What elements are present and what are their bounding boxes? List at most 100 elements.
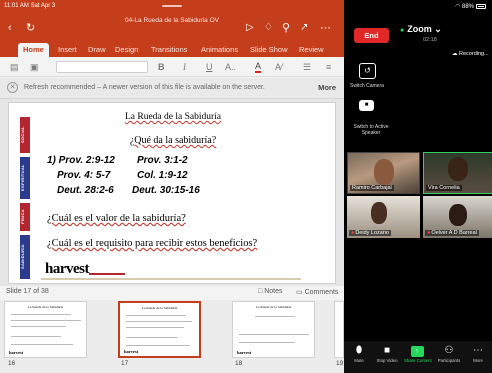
thumbnail-line [11, 320, 81, 321]
close-icon[interactable]: ✕ [7, 82, 18, 93]
bold-button[interactable]: B [158, 61, 165, 73]
verse-3: Prov. 4: 5-7 [57, 170, 111, 181]
slide-thumbnail-18[interactable]: La Rueda de la Sabiduría harvest [232, 301, 315, 358]
mic-icon: ⬮ [355, 345, 363, 356]
thumbnail-line [126, 345, 190, 346]
tab-review[interactable]: Review [299, 45, 324, 54]
participant-name: Vira Cornelia [426, 185, 462, 191]
document-title[interactable]: 04-La Rueda de la Sabiduria OV [0, 17, 344, 24]
thumbnail-number: 17 [121, 360, 129, 367]
layout-icon[interactable]: ▣ [30, 61, 39, 73]
tab-draw[interactable]: Draw [88, 45, 106, 54]
thumbnail-line [126, 327, 184, 328]
slide-thumbnail-17[interactable]: La Rueda de la Sabiduría harvest [118, 301, 201, 358]
switch-to-active-speaker-label: Switch to Active Speaker [353, 124, 389, 136]
participant-tile[interactable]: ●Oelver A D Barreal [423, 196, 492, 238]
verse-4: Col. 1:9-12 [137, 170, 188, 181]
tab-home[interactable]: Home [18, 43, 49, 57]
comments-label: Comments [304, 289, 339, 296]
tab-insert[interactable]: Insert [58, 45, 77, 54]
participant-video [449, 204, 467, 226]
ribbon-tabs: Home Insert Draw Design Transitions Anim… [0, 43, 344, 57]
font-color-button[interactable]: A [255, 61, 262, 73]
thumbnail-logo: harvest [237, 350, 252, 355]
slide-thumbnail-19[interactable] [334, 301, 344, 358]
thumbnail-title: La Rueda de la Sabiduría [255, 305, 292, 309]
battery-level: 88% [461, 4, 474, 10]
shield-icon: ● [400, 27, 405, 34]
thumbnail-logo: harvest [124, 349, 139, 354]
lightbulb-icon[interactable]: ♢ [264, 22, 273, 34]
stop-video-label: Stop Video [376, 358, 398, 363]
participants-button[interactable]: ⚇ Participants [436, 344, 462, 363]
more-label: More [473, 358, 483, 363]
refresh-banner: ✕ Refresh recommended – A newer version … [0, 78, 344, 99]
mute-label: Mute [354, 358, 364, 363]
participant-tile-active[interactable]: Vira Cornelia [423, 152, 492, 194]
battery-icon [476, 3, 486, 9]
more-icon[interactable]: ⋯ [320, 22, 331, 34]
active-speaker-icon[interactable]: ■ [359, 100, 374, 111]
play-icon[interactable]: ▷ [246, 22, 254, 34]
stop-video-button[interactable]: ■ Stop Video [374, 344, 400, 363]
thumbnail-line [11, 344, 73, 345]
tab-design[interactable]: Design [115, 45, 138, 54]
font-size-button[interactable]: A.. [225, 61, 236, 73]
clear-format-button[interactable]: A⁄ [275, 61, 283, 73]
side-label-sabiduria: SABIDURÍA [20, 244, 25, 270]
share-content-button[interactable]: ↑ Share Content [404, 344, 432, 363]
comments-button[interactable]: ▭ Comments [296, 288, 338, 296]
participants-icon: ⚇ [444, 345, 454, 356]
tab-transitions[interactable]: Transitions [151, 45, 187, 54]
side-strip-sabiduria: SABIDURÍA [20, 235, 30, 279]
italic-button[interactable]: I [183, 61, 186, 73]
ribbon-toolbar: ▤ ▣ B I U A.. A A⁄ ☰ ≡ [0, 57, 344, 77]
participant-name-with-mute: ●Oelver A D Barreal [425, 230, 479, 236]
thumbnail-number: 16 [8, 360, 16, 367]
zoom-title-text: Zoom [407, 24, 432, 34]
verse-2: Prov. 3:1-2 [137, 155, 188, 166]
more-button[interactable]: ⋯ More [465, 344, 491, 363]
camera-switch-icon[interactable]: ↺ [359, 63, 376, 79]
tab-animations[interactable]: Animations [201, 45, 238, 54]
multitask-grabber[interactable] [162, 5, 182, 7]
numbering-icon[interactable]: ≡ [326, 61, 331, 73]
chevron-left-icon[interactable]: ‹ [8, 22, 12, 34]
redo-icon[interactable]: ↻ [26, 22, 35, 34]
slide-thumbnail-16[interactable]: La Rueda de la Sabiduría harvest [4, 301, 87, 358]
banner-more-button[interactable]: More [318, 83, 336, 92]
thumbnail-line [11, 336, 61, 337]
tab-slide-show[interactable]: Slide Show [250, 45, 288, 54]
end-meeting-button[interactable]: End [354, 28, 389, 43]
participant-tile[interactable]: Ramiro Carbajal [347, 152, 420, 194]
new-slide-icon[interactable]: ▤ [10, 61, 19, 73]
more-icon: ⋯ [473, 345, 483, 356]
participant-name-with-mute: ●Deidy Lozano [349, 230, 391, 236]
thumbnail-title: La Rueda de la Sabiduría [141, 306, 178, 310]
harvest-logo: harvest [45, 261, 90, 277]
participant-name: Deidy Lozano [355, 230, 389, 236]
share-screen-icon-wrap: ↑ [404, 344, 430, 358]
thumbnail-line [239, 342, 295, 343]
thumbnail-number: 19 [336, 360, 344, 367]
zoom-toolbar: ⬮ Mute ■ Stop Video ↑ Share Content ⚇ Pa… [344, 341, 492, 373]
bullets-icon[interactable]: ☰ [303, 61, 311, 73]
participant-tile[interactable]: ●Deidy Lozano [347, 196, 420, 238]
share-icon[interactable]: ↗ [300, 22, 308, 34]
current-slide[interactable]: SOCIAL ESPIRITUAL FÍSICA SABIDURÍA La Ru… [8, 102, 336, 284]
participant-name: Ramiro Carbajal [350, 185, 394, 191]
slide-thumbnails: La Rueda de la Sabiduría harvest 16 La R… [0, 300, 344, 373]
logo-underline [89, 273, 125, 275]
slide-title: La Rueda de la Sabiduría [124, 112, 222, 122]
notes-label: Notes [264, 288, 283, 295]
share-content-label: Share Content [404, 358, 432, 363]
notes-button[interactable]: □ Notes [258, 288, 282, 295]
underline-button[interactable]: U [206, 61, 213, 73]
recording-label: Recording... [459, 51, 489, 57]
search-icon[interactable]: ⚲ [282, 22, 290, 34]
mute-button[interactable]: ⬮ Mute [346, 344, 372, 363]
side-strip-espiritual: ESPIRITUAL [20, 157, 30, 199]
zoom-meeting-title[interactable]: ● Zoom ⌄ [400, 24, 442, 35]
font-name-box[interactable] [56, 61, 148, 73]
thumbnail-line [126, 321, 192, 322]
